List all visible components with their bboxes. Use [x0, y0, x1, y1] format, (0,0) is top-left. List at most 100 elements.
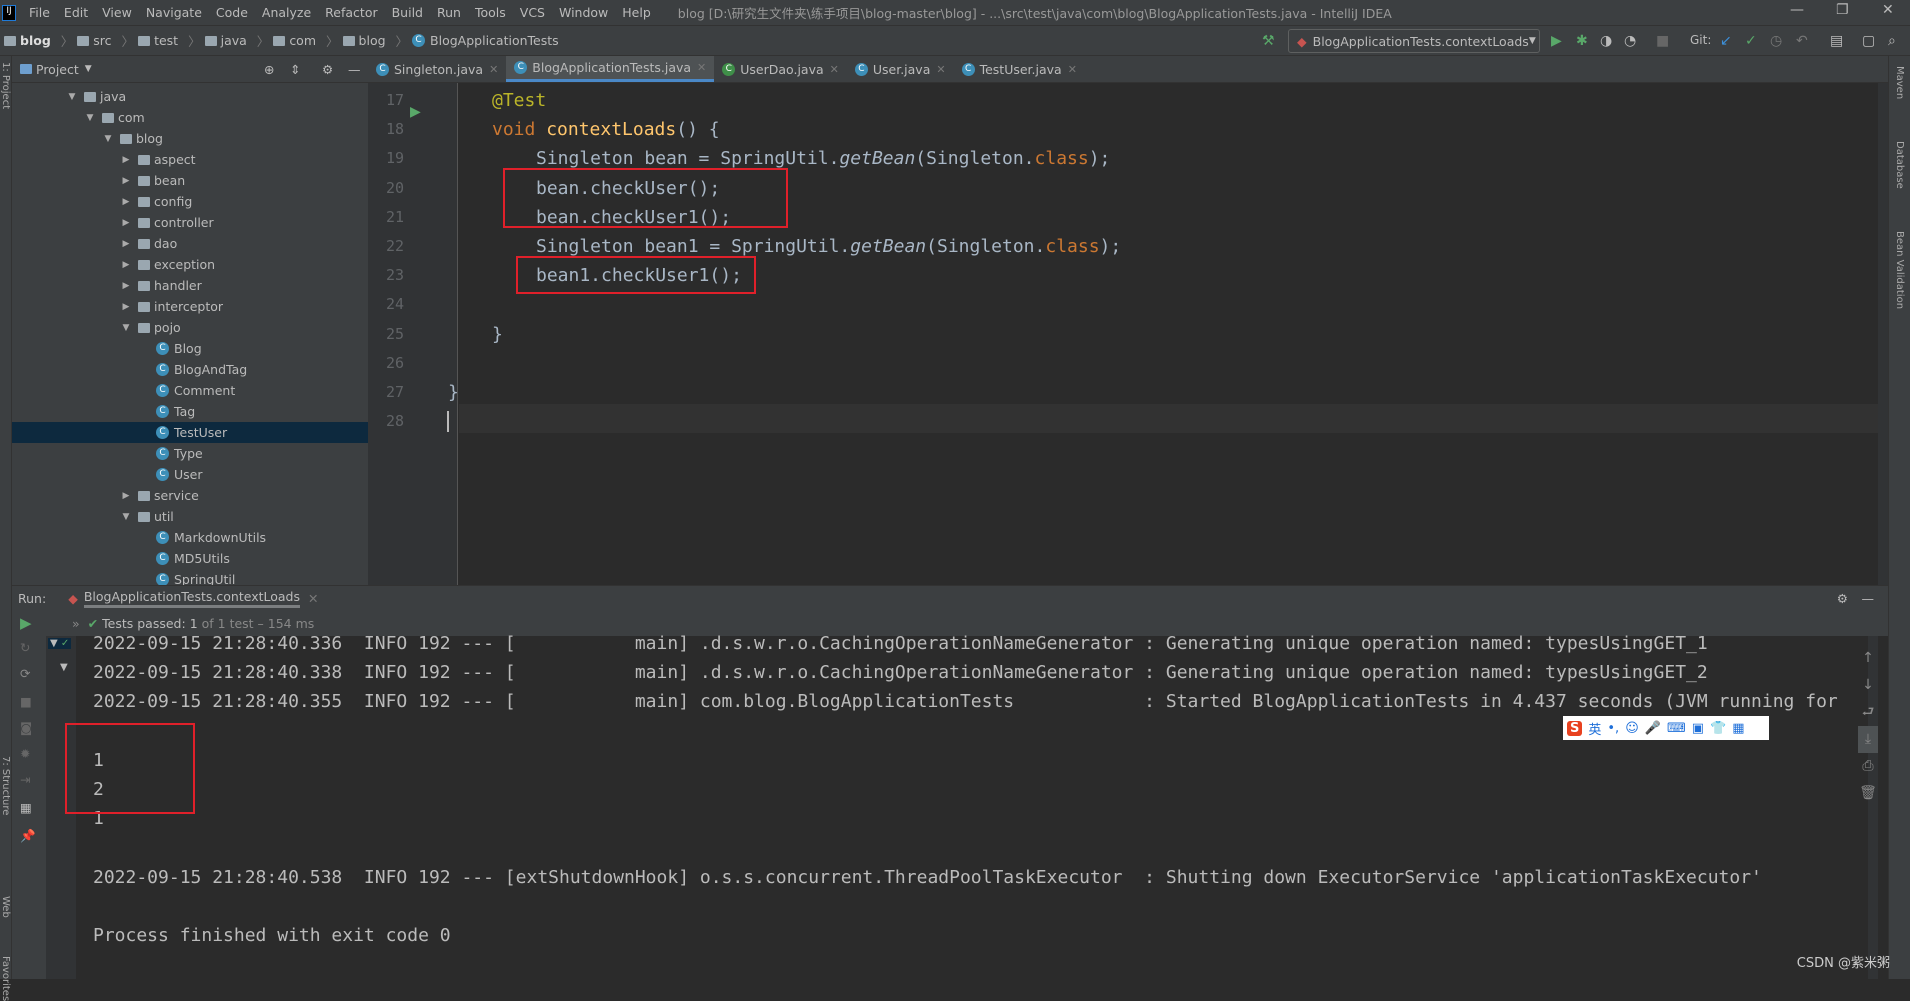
close-tab-icon[interactable]: ✕: [308, 591, 318, 606]
close-tab-icon[interactable]: ✕: [830, 63, 839, 76]
close-button[interactable]: ✕: [1882, 2, 1894, 18]
run-config-select[interactable]: ◆ BlogApplicationTests.contextLoads ▼: [1288, 29, 1540, 53]
tree-item-blog[interactable]: ▼ blog: [12, 128, 368, 149]
rerun-failed-icon[interactable]: ↻: [20, 640, 30, 655]
rollback-icon[interactable]: ↶: [1796, 33, 1808, 49]
menu-navigate[interactable]: Navigate: [139, 5, 209, 20]
pin-icon[interactable]: 📌: [20, 828, 36, 844]
maven-tool-tab[interactable]: Maven: [1894, 66, 1905, 99]
scroll-to-end-icon[interactable]: ⤓: [1858, 726, 1878, 753]
tree-item-java[interactable]: ▼ java: [12, 86, 368, 107]
restore-button[interactable]: ❐: [1836, 2, 1849, 18]
tree-item-util[interactable]: ▼ util: [12, 506, 368, 527]
project-tool-tab[interactable]: 1: Project: [0, 62, 11, 109]
microphone-icon[interactable]: 🎤: [1645, 721, 1661, 736]
tree-item-handler[interactable]: ▶ handler: [12, 275, 368, 296]
git-commit-icon[interactable]: ✓: [1745, 33, 1757, 49]
tree-item-blog[interactable]: C Blog: [12, 338, 368, 359]
breadcrumb-item[interactable]: test: [138, 33, 178, 48]
camera-icon[interactable]: ◙: [20, 720, 32, 735]
menu-run[interactable]: Run: [430, 5, 468, 20]
gear-icon[interactable]: ⚙: [1837, 591, 1848, 606]
tree-item-com[interactable]: ▼ com: [12, 107, 368, 128]
tree-item-config[interactable]: ▶ config: [12, 191, 368, 212]
menu-grid-icon[interactable]: ▦: [1732, 721, 1744, 736]
keyboard-icon[interactable]: ⌨: [1667, 721, 1686, 736]
tree-item-pojo[interactable]: ▼ pojo: [12, 317, 368, 338]
run-icon[interactable]: ▶: [1551, 33, 1562, 49]
punctuation-icon[interactable]: •,: [1607, 721, 1619, 736]
breadcrumb-item[interactable]: blog: [4, 33, 51, 48]
build-hammer-icon[interactable]: ⚒: [1262, 33, 1275, 49]
code-editor[interactable]: ▶ 17 18 19 20 21 22 23 24 25 26 27 28 @Test void con…: [368, 83, 1888, 585]
expand-icon[interactable]: »: [72, 616, 80, 631]
gear-icon[interactable]: ⚙: [322, 62, 333, 77]
debug-icon[interactable]: ✱: [1576, 33, 1588, 49]
breadcrumb-item[interactable]: C BlogApplicationTests: [412, 33, 559, 48]
structure-tool-tab[interactable]: 7: Structure: [0, 756, 11, 815]
tree-item-comment[interactable]: C Comment: [12, 380, 368, 401]
menu-code[interactable]: Code: [209, 5, 255, 20]
emoji-icon[interactable]: ☺: [1625, 721, 1639, 736]
menu-refactor[interactable]: Refactor: [318, 5, 384, 20]
breadcrumb-item[interactable]: src: [77, 33, 112, 48]
menu-window[interactable]: Window: [552, 5, 615, 20]
web-tool-tab[interactable]: Web: [0, 896, 11, 918]
menu-view[interactable]: View: [95, 5, 139, 20]
test-child-item[interactable]: ▼: [60, 662, 68, 673]
tab-blogapplicationtests-java[interactable]: C BlogApplicationTests.java ✕: [506, 56, 715, 82]
tree-item-tag[interactable]: C Tag: [12, 401, 368, 422]
breadcrumb-item[interactable]: java: [204, 33, 247, 48]
hide-icon[interactable]: —: [1862, 591, 1875, 606]
bean-validation-tool-tab[interactable]: Bean Validation: [1894, 231, 1905, 309]
stop-icon[interactable]: ■: [20, 694, 32, 709]
tree-item-markdownutils[interactable]: C MarkdownUtils: [12, 527, 368, 548]
coverage-icon[interactable]: ◑: [1600, 33, 1612, 49]
close-tab-icon[interactable]: ✕: [936, 63, 945, 76]
test-root-item[interactable]: ▼ ✓: [48, 638, 72, 649]
tree-item-blogandtag[interactable]: C BlogAndTag: [12, 359, 368, 380]
settings-icon[interactable]: ✹: [20, 746, 30, 761]
tab-testuser-java[interactable]: C TestUser.java ✕: [954, 56, 1085, 82]
print-icon[interactable]: ⎙: [1858, 753, 1878, 780]
toggle-auto-test-icon[interactable]: ⟳: [20, 666, 30, 681]
menu-edit[interactable]: Edit: [57, 5, 95, 20]
run-tab[interactable]: BlogApplicationTests.contextLoads: [83, 589, 300, 608]
collapse-icon[interactable]: ⇕: [290, 62, 300, 77]
project-view-select[interactable]: Project: [36, 62, 79, 77]
tree-item-aspect[interactable]: ▶ aspect: [12, 149, 368, 170]
tab-singleton-java[interactable]: C Singleton.java ✕: [368, 56, 506, 82]
database-tool-tab[interactable]: Database: [1894, 141, 1905, 189]
tree-item-springutil[interactable]: C SpringUtil: [12, 569, 368, 585]
layout-icon[interactable]: ▦: [20, 800, 32, 815]
breadcrumb-item[interactable]: blog: [342, 33, 386, 48]
stop-icon[interactable]: ■: [1656, 33, 1669, 49]
close-tab-icon[interactable]: ✕: [1068, 63, 1077, 76]
rerun-icon[interactable]: ▶: [20, 614, 32, 632]
tree-item-bean[interactable]: ▶ bean: [12, 170, 368, 191]
run-test-gutter-icon[interactable]: ▶: [410, 104, 421, 120]
tree-item-md5utils[interactable]: C MD5Utils: [12, 548, 368, 569]
locate-icon[interactable]: ⊕: [264, 62, 274, 77]
profile-icon[interactable]: ◔: [1624, 33, 1636, 49]
console-output[interactable]: 2022-09-15 21:28:40.336 INFO 192 --- [ m…: [65, 633, 1878, 979]
trash-icon[interactable]: 🗑: [1858, 780, 1878, 807]
menu-file[interactable]: File: [22, 5, 57, 20]
tree-item-service[interactable]: ▶ service: [12, 485, 368, 506]
close-tab-icon[interactable]: ✕: [489, 63, 498, 76]
menu-tools[interactable]: Tools: [468, 5, 513, 20]
hide-icon[interactable]: —: [348, 62, 361, 77]
tree-item-interceptor[interactable]: ▶ interceptor: [12, 296, 368, 317]
editor-scrollbar[interactable]: [1878, 83, 1888, 585]
toolbox-icon[interactable]: ▣: [1692, 721, 1704, 736]
tree-item-dao[interactable]: ▶ dao: [12, 233, 368, 254]
menu-help[interactable]: Help: [615, 5, 658, 20]
search-icon[interactable]: ⌕: [1888, 33, 1896, 49]
menu-build[interactable]: Build: [385, 5, 430, 20]
ime-language-toggle[interactable]: 英: [1588, 719, 1601, 738]
tab-userdao-java[interactable]: C UserDao.java ✕: [714, 56, 847, 82]
project-structure-icon[interactable]: ▤: [1830, 33, 1843, 49]
import-icon[interactable]: ⇥: [20, 772, 30, 787]
soft-wrap-icon[interactable]: ⮐: [1858, 699, 1878, 726]
minimize-button[interactable]: —: [1790, 2, 1804, 18]
